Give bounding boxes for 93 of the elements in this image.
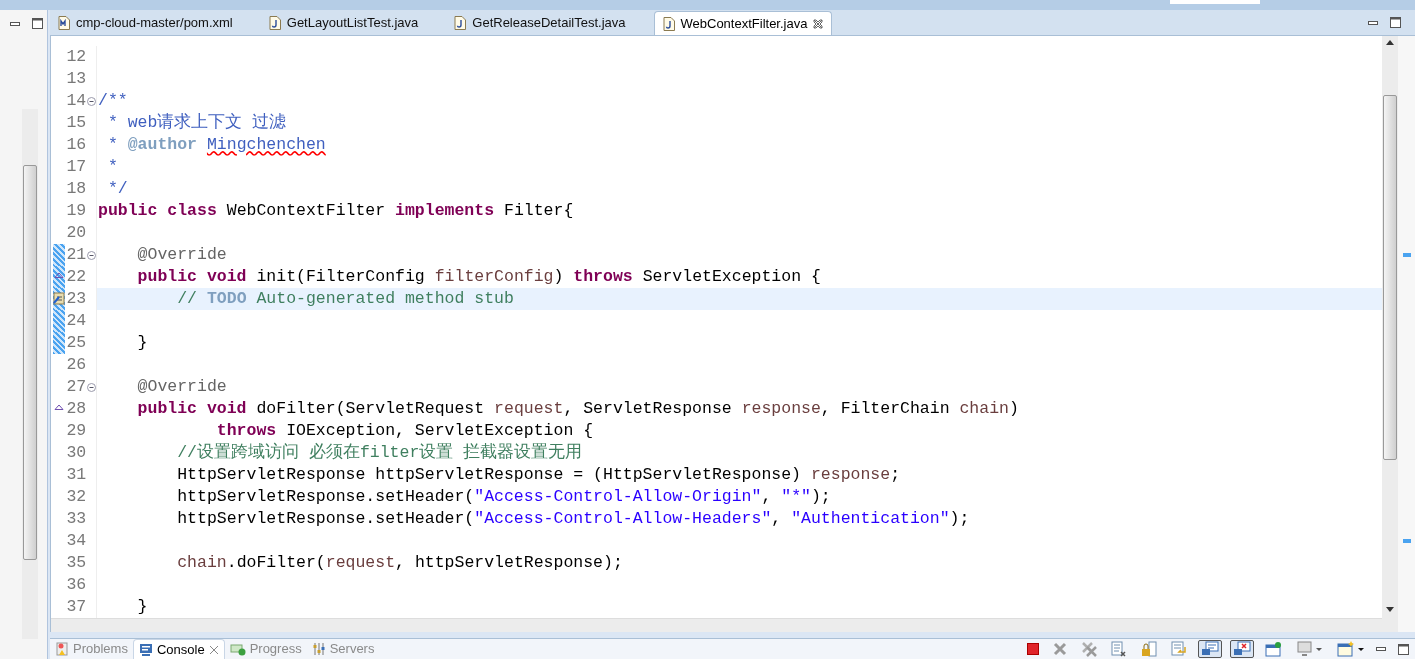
- editor-tab[interactable]: cmp-cloud-master/pom.xml: [50, 11, 241, 35]
- close-icon: [1053, 642, 1067, 656]
- toolbar-button[interactable]: [1198, 640, 1222, 658]
- scroll-down-icon[interactable]: [1386, 607, 1394, 612]
- line-number: 21: [65, 243, 87, 266]
- maximize-icon[interactable]: [32, 18, 43, 29]
- line-number: 12: [65, 45, 87, 68]
- code-line: //设置跨域访问 必须在filter设置 拦截器设置无用: [176, 443, 583, 462]
- code-line: public void init(FilterConfig filterConfig) throws ServletException {: [136, 267, 821, 286]
- collapse-icon[interactable]: [86, 96, 96, 106]
- line-number: 28: [65, 397, 87, 420]
- line-number: 32: [65, 485, 87, 508]
- code-line: public void doFilter(ServletRequest request, ServletResponse response, FilterChain chain): [136, 399, 1019, 418]
- code-line: chain.doFilter(request, httpServletResponse);: [176, 553, 623, 572]
- code-line: */: [106, 179, 128, 198]
- code-line: * @author Mingchenchen: [106, 135, 326, 154]
- search-field[interactable]: [1170, 0, 1260, 4]
- problems-icon: [55, 642, 69, 656]
- line-number: 18: [65, 177, 87, 200]
- close-icon[interactable]: [208, 644, 219, 655]
- code-line: }: [136, 333, 148, 352]
- pin-window-icon: [1265, 641, 1283, 657]
- triangle-icon: [53, 272, 64, 278]
- collapse-icon[interactable]: [86, 250, 96, 260]
- code-line: httpServletResponse.setHeader("Access-Control-Allow-Origin", "*");: [176, 487, 831, 506]
- line-number: 16: [65, 133, 87, 156]
- view-tab[interactable]: Console: [132, 639, 225, 659]
- toolbar-button[interactable]: [1230, 640, 1254, 658]
- monitor-dropdown-icon: [1297, 641, 1323, 657]
- line-number: 23: [65, 287, 87, 310]
- code-line: throws IOException, ServletException {: [215, 421, 594, 440]
- maximize-icon[interactable]: [1390, 17, 1401, 28]
- monitor-error-icon: [1233, 641, 1251, 657]
- maven-file-icon: [58, 16, 70, 30]
- line-number: 19: [65, 199, 87, 222]
- progress-icon: [229, 642, 246, 656]
- horizontal-scrollbar[interactable]: [51, 618, 1382, 632]
- line-number: 36: [65, 573, 87, 596]
- line-number: 37: [65, 595, 87, 618]
- code-line: public class WebContextFilter implements Filter{: [98, 201, 574, 220]
- minimize-icon[interactable]: [10, 21, 20, 26]
- java-file-icon: [454, 16, 467, 30]
- monitor-icon: [1201, 641, 1219, 657]
- line-number: 15: [65, 111, 87, 134]
- line-number: 34: [65, 529, 87, 552]
- minimize-icon[interactable]: [1368, 20, 1378, 25]
- code-line: * web请求上下文 过滤: [106, 113, 287, 132]
- code-line: /**: [98, 91, 128, 110]
- line-number: 26: [65, 353, 87, 376]
- double-close-icon: [1081, 641, 1097, 657]
- java-file-icon: [268, 16, 281, 30]
- minimize-icon[interactable]: [1376, 647, 1386, 651]
- line-number: 14: [65, 89, 87, 112]
- monitor-icon: [138, 642, 153, 657]
- toolbar-button[interactable]: [1024, 640, 1042, 658]
- line-number: 33: [65, 507, 87, 530]
- maximize-icon[interactable]: [1398, 643, 1409, 655]
- close-icon[interactable]: [813, 18, 824, 29]
- line-number: 17: [65, 155, 87, 178]
- line-number: 35: [65, 551, 87, 574]
- line-number: 25: [65, 331, 87, 354]
- task-icon: [52, 292, 65, 305]
- line-number: 31: [65, 463, 87, 486]
- java-file-icon: [662, 16, 675, 31]
- scroll-up-icon[interactable]: [1386, 40, 1394, 45]
- code-line: @Override: [136, 245, 227, 264]
- code-line: // TODO Auto-generated method stub: [176, 289, 514, 308]
- line-number: 27: [65, 375, 87, 398]
- scrollbar-thumb[interactable]: [22, 165, 37, 560]
- line-number: 20: [65, 221, 87, 244]
- overview-marker[interactable]: [1402, 539, 1411, 543]
- editor-tab[interactable]: WebContextFilter.java: [653, 11, 833, 35]
- code-line: }: [136, 597, 148, 616]
- collapse-icon[interactable]: [86, 382, 96, 392]
- line-number: 22: [65, 265, 87, 288]
- overview-marker[interactable]: [1402, 253, 1411, 257]
- editor-tab[interactable]: GetReleaseDetailTest.java: [446, 11, 634, 35]
- scrollbar-thumb[interactable]: [1383, 95, 1397, 460]
- editor-tab[interactable]: GetLayoutListTest.java: [260, 11, 427, 35]
- document-clear-icon: [1111, 641, 1127, 657]
- lock-document-icon: [1141, 641, 1157, 657]
- code-line: httpServletResponse.setHeader("Access-Control-Allow-Headers", "Authentication");: [176, 509, 970, 528]
- new-window-dropdown-icon: [1337, 641, 1365, 657]
- line-number: 13: [65, 67, 87, 90]
- line-number: 30: [65, 441, 87, 464]
- line-number: 24: [65, 309, 87, 332]
- stop-icon: [1027, 643, 1039, 655]
- triangle-icon: [53, 404, 64, 410]
- sliders-icon: [311, 642, 326, 656]
- code-line: @Override: [136, 377, 227, 396]
- line-number: 29: [65, 419, 87, 442]
- code-line: *: [106, 157, 118, 176]
- code-line: HttpServletResponse httpServletResponse = (HttpServletResponse) response;: [176, 465, 901, 484]
